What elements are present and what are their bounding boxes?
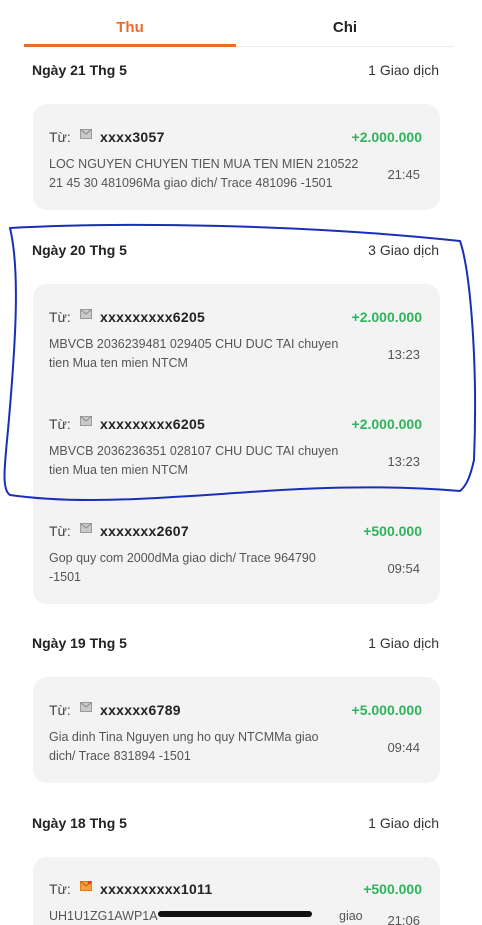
highlight-annotation (3, 223, 477, 502)
